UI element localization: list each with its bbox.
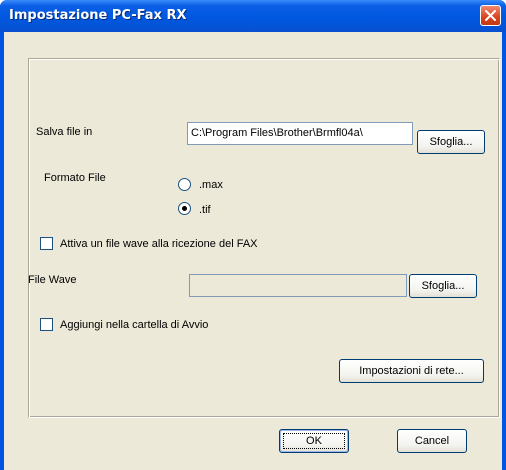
wave-checkbox[interactable]: [40, 237, 53, 250]
format-max-radio[interactable]: [178, 178, 191, 191]
close-icon: [485, 10, 496, 21]
format-tif-radio[interactable]: [178, 202, 191, 215]
ok-button[interactable]: OK: [279, 429, 349, 453]
startup-checkbox[interactable]: [40, 318, 53, 331]
wave-browse-button[interactable]: Sfoglia...: [409, 274, 477, 298]
save-browse-button[interactable]: Sfoglia...: [417, 130, 485, 154]
dialog-window: Impostazione PC-Fax RX Salva file in C:\…: [0, 0, 506, 470]
window-title: Impostazione PC-Fax RX: [9, 8, 187, 23]
wave-file-label: File Wave: [28, 274, 77, 286]
wave-file-input[interactable]: [189, 274, 407, 297]
save-folder-label: Salva file in: [36, 126, 93, 138]
ok-focus-rect: [283, 433, 345, 449]
save-folder-input[interactable]: C:\Program Files\Brother\Brmfl04a\: [187, 122, 413, 145]
dialog-client-area: Salva file in C:\Program Files\Brother\B…: [4, 32, 502, 470]
startup-checkbox-label: Aggiungi nella cartella di Avvio: [60, 319, 209, 331]
format-max-label: .max: [199, 179, 223, 191]
title-bar[interactable]: Impostazione PC-Fax RX: [0, 0, 506, 32]
network-settings-button[interactable]: Impostazioni di rete...: [339, 359, 484, 383]
close-button[interactable]: [480, 5, 501, 26]
file-format-label: Formato File: [44, 172, 106, 184]
format-tif-label: .tif: [199, 204, 211, 216]
cancel-button[interactable]: Cancel: [397, 429, 467, 453]
wave-checkbox-label: Attiva un file wave alla ricezione del F…: [60, 238, 258, 250]
